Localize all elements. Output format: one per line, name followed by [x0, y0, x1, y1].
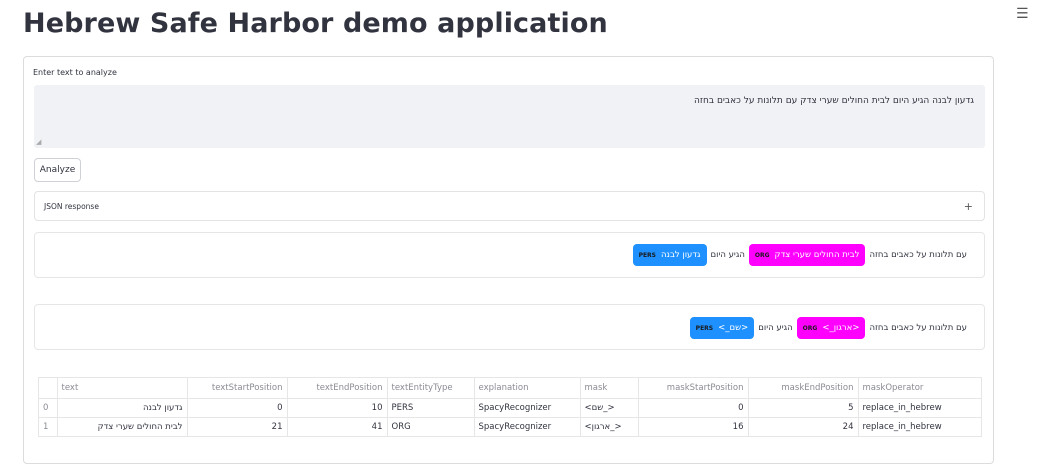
column-header-maskstartposition[interactable]: maskStartPosition [638, 378, 749, 399]
column-header-textstartposition[interactable]: textStartPosition [187, 378, 288, 399]
cell-text[interactable]: לבית החולים שערי צדק [57, 417, 188, 436]
column-header-index[interactable] [39, 378, 58, 399]
table-header-row: text textStartPosition textEndPosition t… [39, 378, 981, 399]
resize-handle-icon[interactable]: ◢ [36, 138, 41, 146]
masked-text-box: <שם_> PERS הגיע היום <ארגון_> ORG עם תלו… [34, 304, 985, 350]
entity-tag: PERS [638, 251, 656, 259]
cell-textendposition[interactable]: 10 [287, 398, 388, 418]
entity-tag: ORG [802, 324, 818, 332]
column-header-maskendposition[interactable]: maskEndPosition [748, 378, 859, 399]
cell-mask[interactable]: <ארגון_> [580, 417, 639, 436]
entity-mark-org: לבית החולים שערי צדק ORG [748, 244, 866, 266]
entity-mark-pers: גדעון לבנה PERS [632, 244, 707, 266]
table-row[interactable]: 0 גדעון לבנה 0 10 PERS SpacyRecognizer <… [39, 398, 981, 418]
expand-plus-icon[interactable]: + [964, 200, 973, 213]
cell-index: 1 [39, 417, 58, 436]
cell-textstartposition[interactable]: 0 [187, 398, 288, 418]
mask-text: <שם_> [718, 323, 749, 333]
mask-mark-pers: <שם_> PERS [689, 317, 755, 339]
cell-maskstartposition[interactable]: 0 [638, 398, 749, 418]
column-header-mask[interactable]: mask [580, 378, 639, 399]
entity-tag: PERS [695, 324, 714, 332]
analyze-button[interactable]: Analyze [34, 158, 81, 182]
masked-text-line: <שם_> PERS הגיע היום <ארגון_> ORG עם תלו… [689, 317, 971, 339]
hamburger-menu-icon[interactable]: ☰ [1016, 6, 1029, 22]
cell-index: 0 [39, 398, 58, 418]
json-response-expander[interactable]: JSON response + [34, 191, 985, 221]
table-row[interactable]: 1 לבית החולים שערי צדק 21 41 ORG SpacyRe… [39, 417, 981, 436]
cell-textstartposition[interactable]: 21 [187, 417, 288, 436]
mask-text: <ארגון_> [822, 323, 860, 333]
cell-textentitytype[interactable]: PERS [387, 398, 475, 418]
cell-maskendposition[interactable]: 5 [748, 398, 859, 418]
cell-maskoperator[interactable]: replace_in_hebrew [858, 398, 981, 418]
entity-text: גדעון לבנה [661, 250, 701, 260]
column-header-explanation[interactable]: explanation [474, 378, 581, 399]
entity-text: לבית החולים שערי צדק [774, 250, 860, 260]
cell-mask[interactable]: <שם_> [580, 398, 639, 418]
cell-maskstartposition[interactable]: 16 [638, 417, 749, 436]
cell-explanation[interactable]: SpacyRecognizer [474, 398, 581, 418]
cell-textendposition[interactable]: 41 [287, 417, 388, 436]
mask-mark-org: <ארגון_> ORG [796, 317, 866, 339]
column-header-maskoperator[interactable]: maskOperator [858, 378, 981, 399]
annotated-text-line: גדעון לבנה PERS הגיע היום לבית החולים שע… [632, 244, 971, 266]
cell-maskoperator[interactable]: replace_in_hebrew [858, 417, 981, 436]
input-label: Enter text to analyze [33, 68, 117, 77]
column-header-textentitytype[interactable]: textEntityType [387, 378, 475, 399]
annotated-text-box: גדעון לבנה PERS הגיע היום לבית החולים שע… [34, 232, 985, 278]
plain-text: עם תלונות על כאבים בחזה [869, 323, 967, 333]
cell-textentitytype[interactable]: ORG [387, 417, 475, 436]
cell-text[interactable]: גדעון לבנה [57, 398, 188, 418]
cell-explanation[interactable]: SpacyRecognizer [474, 417, 581, 436]
page-title: Hebrew Safe Harbor demo application [23, 8, 608, 39]
plain-text: עם תלונות על כאבים בחזה [869, 250, 967, 260]
main-form: Enter text to analyze גדעון לבנה הגיע הי… [23, 56, 994, 464]
text-input[interactable]: גדעון לבנה הגיע היום לבית החולים שערי צד… [34, 85, 985, 148]
text-input-value: גדעון לבנה הגיע היום לבית החולים שערי צד… [694, 96, 974, 106]
column-header-textendposition[interactable]: textEndPosition [287, 378, 388, 399]
entity-tag: ORG [754, 251, 770, 259]
plain-text: הגיע היום [758, 323, 793, 333]
cell-maskendposition[interactable]: 24 [748, 417, 859, 436]
results-table[interactable]: text textStartPosition textEndPosition t… [38, 377, 982, 437]
plain-text: הגיע היום [710, 250, 745, 260]
json-response-label: JSON response [44, 202, 99, 211]
column-header-text[interactable]: text [57, 378, 188, 399]
